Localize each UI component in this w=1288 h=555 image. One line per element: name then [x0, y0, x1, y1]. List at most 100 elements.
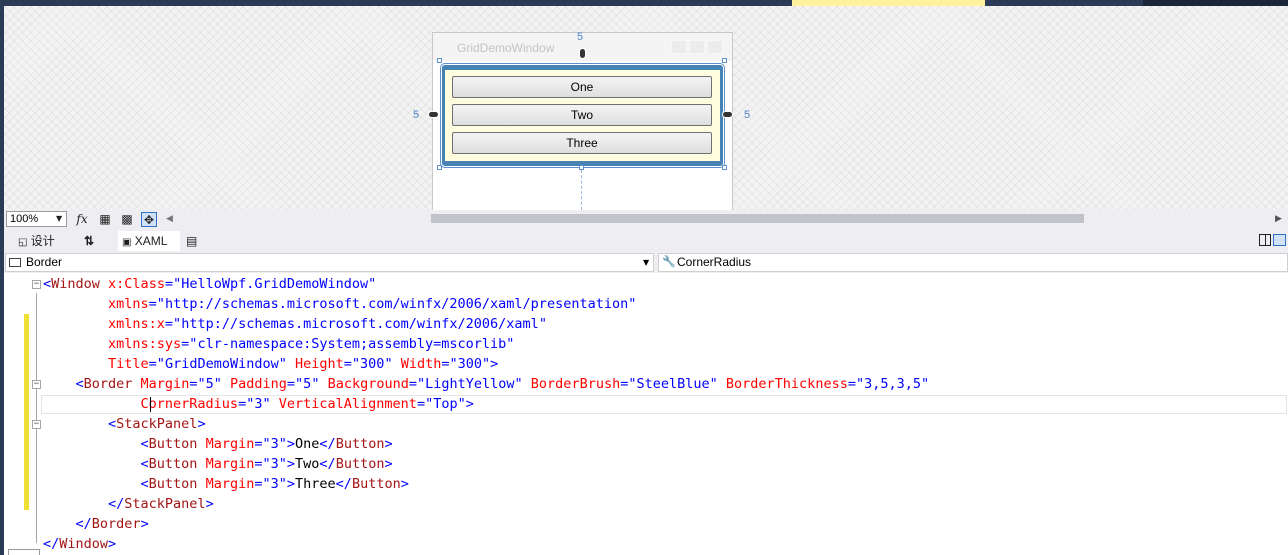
resize-handle-bottom-left[interactable]	[437, 165, 442, 170]
code-token: Margin	[197, 436, 255, 452]
code-token: ">	[278, 456, 296, 472]
code-token: "	[213, 376, 222, 392]
code-token: x:Class	[99, 276, 165, 292]
preview-button-one[interactable]: One	[452, 76, 712, 98]
code-token: >	[140, 516, 149, 532]
preview-button-three[interactable]: Three	[452, 132, 712, 154]
code-token: Margin	[132, 376, 190, 392]
code-token: Margin	[197, 476, 255, 492]
code-line[interactable]: <Button Margin="3">Three</Button>	[43, 474, 409, 494]
snap-to-gridlines-icon[interactable]: ✥	[141, 212, 157, 227]
editor-zoom-combobox[interactable]	[8, 549, 40, 555]
design-view-icon: ◱	[18, 237, 28, 248]
code-token: Button	[148, 456, 198, 472]
fold-stackpanel-icon[interactable]: −	[32, 420, 41, 429]
horizontal-scrollbar-thumb[interactable]	[431, 214, 1084, 223]
alignment-guide-line	[581, 170, 582, 210]
resize-handle-top-left[interactable]	[437, 58, 442, 63]
code-token: 300	[457, 356, 483, 372]
code-token: Button	[335, 436, 385, 452]
code-token: Border	[91, 516, 141, 532]
code-token: ="	[620, 376, 637, 392]
code-token: </	[43, 536, 60, 552]
fx-effects-icon[interactable]: fx	[74, 212, 90, 227]
grid-toggle-icon[interactable]: ▦	[97, 212, 113, 227]
code-token: http://schemas.microsoft.com/winfx/2006/…	[164, 296, 629, 312]
code-token: HelloWpf.GridDemoWindow	[181, 276, 369, 292]
margin-pin-right-icon[interactable]	[722, 111, 733, 118]
margin-pin-top-icon[interactable]	[579, 48, 586, 59]
artboard-background-icon[interactable]: ▩	[119, 212, 135, 227]
code-line[interactable]: <Border Margin="5" Padding="5" Backgroun…	[43, 374, 930, 394]
fold-window-icon[interactable]: −	[32, 280, 41, 289]
code-token: ="	[408, 376, 426, 392]
swap-panes-button[interactable]: ⇅	[84, 231, 94, 251]
tab-design-label: 设计	[30, 234, 55, 248]
code-line[interactable]: </StackPanel>	[43, 494, 214, 514]
code-token: xmlns:sys	[43, 336, 182, 352]
code-line[interactable]: <Button Margin="3">One</Button>	[43, 434, 393, 454]
code-line[interactable]: xmlns="http://schemas.microsoft.com/winf…	[43, 294, 636, 314]
code-token: >	[108, 536, 117, 552]
property-selector-dropdown[interactable]: CornerRadius	[658, 253, 1288, 272]
code-token: >	[197, 416, 206, 432]
code-token: StackPanel	[116, 416, 198, 432]
code-token: Two	[295, 456, 320, 472]
code-token: Button	[335, 456, 385, 472]
code-token: "	[262, 396, 271, 412]
code-token: ="	[286, 376, 304, 392]
code-line[interactable]: <Window x:Class="HelloWpf.GridDemoWindow…	[43, 274, 376, 294]
window-preview-title: GridDemoWindow	[457, 41, 555, 55]
code-line[interactable]: </Border>	[43, 514, 149, 534]
code-token: "	[384, 356, 393, 372]
tab-xaml[interactable]: ▣ XAML	[118, 231, 180, 251]
code-token: Top	[433, 396, 458, 412]
code-token: "	[514, 376, 523, 392]
code-token: CornerRadius	[43, 396, 239, 412]
code-token: Padding	[221, 376, 287, 392]
code-line[interactable]: <Button Margin="3">Two</Button>	[43, 454, 393, 474]
code-token: </	[319, 456, 336, 472]
code-token: "	[921, 376, 930, 392]
text-caret	[150, 397, 151, 412]
code-token: </	[319, 436, 336, 452]
code-token: Window	[51, 276, 100, 292]
resize-handle-top-right[interactable]	[722, 58, 727, 63]
element-selector-dropdown[interactable]: Border	[5, 253, 654, 272]
resize-handle-bottom[interactable]	[579, 165, 584, 170]
code-line[interactable]: CornerRadius="3" VerticalAlignment="Top"…	[43, 394, 474, 414]
code-token: "	[278, 356, 287, 372]
scroll-right-icon[interactable]: ▶	[1275, 212, 1282, 226]
code-token: ">	[278, 476, 296, 492]
code-token: <	[43, 456, 149, 472]
code-line[interactable]: Title="GridDemoWindow" Height="300" Widt…	[43, 354, 498, 374]
element-dropdown-icon[interactable]: ▼	[643, 254, 649, 271]
code-token: "	[709, 376, 718, 392]
code-line[interactable]: </Window>	[43, 534, 116, 554]
code-line[interactable]: <StackPanel>	[43, 414, 206, 434]
preview-button-two[interactable]: Two	[452, 104, 712, 126]
code-line[interactable]: xmlns:x="http://schemas.microsoft.com/wi…	[43, 314, 547, 334]
vertical-split-icon[interactable]	[1259, 234, 1271, 246]
code-token: 3	[270, 456, 279, 472]
tab-design[interactable]: ◱ 设计	[18, 231, 55, 251]
code-line[interactable]: xmlns:sys="clr-namespace:System;assembly…	[43, 334, 514, 354]
code-token: Background	[319, 376, 409, 392]
outline-guide-window	[36, 293, 37, 543]
code-token: "	[506, 336, 515, 352]
code-token: LightYellow	[425, 376, 515, 392]
code-token: ="	[148, 296, 165, 312]
resize-handle-bottom-right[interactable]	[722, 165, 727, 170]
close-icon	[707, 40, 723, 54]
collapse-pane-icon[interactable]: ▤	[186, 231, 197, 251]
scroll-left-icon[interactable]: ◀	[166, 212, 173, 226]
code-token: Width	[392, 356, 442, 372]
zoom-dropdown-icon[interactable]: ▼	[56, 212, 62, 226]
code-token: ="	[164, 316, 182, 332]
code-token: <	[43, 416, 117, 432]
code-token: http://schemas.microsoft.com/winfx/2006/…	[181, 316, 539, 332]
horizontal-split-icon[interactable]	[1273, 234, 1286, 246]
fold-border-icon[interactable]: −	[32, 380, 41, 389]
code-token: >	[384, 436, 393, 452]
margin-pin-left-icon[interactable]	[428, 111, 439, 118]
